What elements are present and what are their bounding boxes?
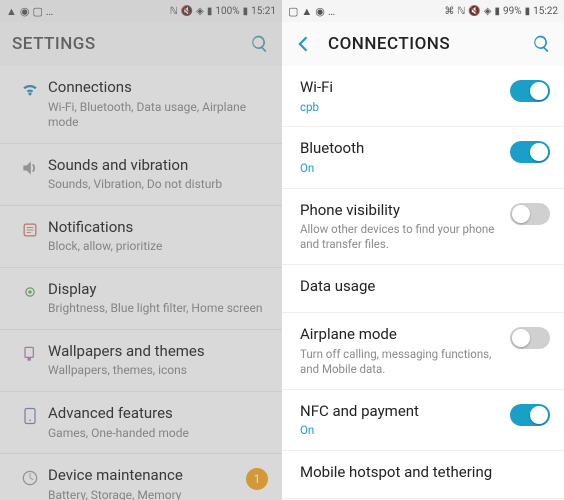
battery-pct: 99% [503, 6, 522, 17]
item-title: NFC and payment [300, 402, 502, 422]
mute-icon: 🔇 [468, 6, 480, 17]
sync-icon: ◉ [20, 5, 30, 18]
item-subtitle: Games, One-handed mode [48, 426, 268, 442]
search-button[interactable] [532, 34, 552, 54]
item-title: Display [48, 280, 268, 300]
item-subtitle: cpb [300, 100, 502, 115]
item-title: Bluetooth [300, 139, 502, 159]
battery-pct: 100% [215, 6, 239, 17]
item-subtitle: On [300, 423, 502, 438]
item-title: Connections [48, 78, 268, 98]
item-subtitle: Brightness, Blue light filter, Home scre… [48, 301, 268, 317]
adv-icon [20, 406, 40, 426]
wifi-icon: ◈ [196, 6, 204, 17]
battery-icon: ▮ [243, 6, 249, 17]
battery-icon: ▮ [525, 6, 531, 17]
search-icon [532, 34, 552, 54]
settings-item-wallpapers-and-themes[interactable]: Wallpapers and themesWallpapers, themes,… [0, 330, 282, 392]
item-subtitle: Battery, Storage, Memory [48, 488, 238, 500]
more-icon: … [46, 5, 53, 18]
page-title: SETTINGS [12, 34, 96, 54]
signal-icon: ▮ [207, 6, 213, 17]
item-subtitle: Wallpapers, themes, icons [48, 363, 268, 379]
settings-list: ConnectionsWi-Fi, Bluetooth, Data usage,… [0, 66, 282, 500]
toggle-switch[interactable] [510, 80, 550, 102]
status-right-icons: ℕ 🔇 ◈ ▮ 100% ▮ 15:21 [170, 6, 276, 17]
maint-icon [20, 468, 40, 488]
item-title: Sounds and vibration [48, 156, 268, 176]
search-icon [250, 34, 270, 54]
connections-screen: ▢ ▲ ◉ … ⌘ ℕ 🔇 ◈ ▮ 99% ▮ 15:22 CONNECTION… [282, 0, 564, 500]
settings-item-connections[interactable]: ConnectionsWi-Fi, Bluetooth, Data usage,… [0, 66, 282, 144]
item-subtitle: Sounds, Vibration, Do not disturb [48, 177, 268, 193]
warning-icon: ▲ [6, 5, 17, 18]
connections-item-wi-fi[interactable]: Wi-Fi cpb [282, 66, 564, 127]
nfc-icon: ℕ [170, 6, 178, 17]
page-title: CONNECTIONS [328, 34, 450, 54]
clock: 15:21 [251, 6, 276, 17]
status-left-icons: ▢ ▲ ◉ … [288, 5, 335, 18]
toggle-switch[interactable] [510, 404, 550, 426]
toggle-switch[interactable] [510, 327, 550, 349]
item-title: Airplane mode [300, 325, 502, 345]
connections-list: Wi-Fi cpb Bluetooth On Phone visibilityAllow… [282, 66, 564, 500]
connections-item-bluetooth[interactable]: Bluetooth On [282, 127, 564, 188]
connections-item-data-usage[interactable]: Data usage [282, 265, 564, 313]
item-title: Wallpapers and themes [48, 342, 268, 362]
connections-item-mobile-hotspot-and-tethering[interactable]: Mobile hotspot and tethering [282, 451, 564, 499]
item-title: Mobile hotspot and tethering [300, 463, 550, 483]
item-subtitle: Allow other devices to find your phone a… [300, 222, 502, 252]
sound-icon [20, 158, 40, 178]
connections-header: CONNECTIONS [282, 22, 564, 66]
item-subtitle: Block, allow, prioritize [48, 239, 268, 255]
clock: 15:22 [533, 6, 558, 17]
item-subtitle: On [300, 161, 502, 176]
mute-icon: 🔇 [181, 6, 193, 17]
item-title: Wi-Fi [300, 78, 502, 98]
search-button[interactable] [250, 34, 270, 54]
back-button[interactable] [294, 34, 314, 54]
wifi-icon [20, 80, 40, 100]
bluetooth-icon: ⌘ [444, 6, 454, 17]
settings-header: SETTINGS [0, 22, 282, 66]
settings-item-sounds-and-vibration[interactable]: Sounds and vibrationSounds, Vibration, D… [0, 144, 282, 206]
more-icon: … [328, 5, 335, 18]
settings-item-advanced-features[interactable]: Advanced features Games, One-handed mode [0, 392, 282, 454]
image-icon: ▢ [33, 5, 43, 18]
signal-icon: ▮ [494, 6, 500, 17]
wifi-icon: ◈ [484, 6, 492, 17]
status-left-icons: ▲ ◉ ▢ … [6, 5, 53, 18]
notif-icon [20, 220, 40, 240]
item-title: Phone visibility [300, 201, 502, 221]
wall-icon [20, 344, 40, 364]
sync-icon: ◉ [315, 5, 325, 18]
item-title: Device maintenance [48, 466, 238, 486]
status-bar: ▲ ◉ ▢ … ℕ 🔇 ◈ ▮ 100% ▮ 15:21 [0, 0, 282, 22]
warning-icon: ▲ [301, 5, 312, 18]
toggle-switch[interactable] [510, 203, 550, 225]
settings-item-notifications[interactable]: NotificationsBlock, allow, prioritize [0, 206, 282, 268]
connections-item-airplane-mode[interactable]: Airplane modeTurn off calling, messaging… [282, 313, 564, 389]
toggle-switch[interactable] [510, 141, 550, 163]
display-icon [20, 282, 40, 302]
nfc-icon: ℕ [457, 6, 465, 17]
settings-screen: ▲ ◉ ▢ … ℕ 🔇 ◈ ▮ 100% ▮ 15:21 SETTINGS Co… [0, 0, 282, 500]
status-right-icons: ⌘ ℕ 🔇 ◈ ▮ 99% ▮ 15:22 [444, 6, 558, 17]
item-subtitle: Wi-Fi, Bluetooth, Data usage, Airplane m… [48, 100, 268, 131]
image-icon: ▢ [288, 5, 298, 18]
item-title: Data usage [300, 277, 550, 297]
item-subtitle: Turn off calling, messaging functions, a… [300, 347, 502, 377]
item-title: Notifications [48, 218, 268, 238]
connections-item-phone-visibility[interactable]: Phone visibilityAllow other devices to f… [282, 189, 564, 265]
settings-item-device-maintenance[interactable]: Device maintenance Battery, Storage, Memo… [0, 454, 282, 500]
notification-badge: 1 [246, 468, 268, 490]
settings-item-display[interactable]: DisplayBrightness, Blue light filter, Ho… [0, 268, 282, 330]
connections-item-nfc-and-payment[interactable]: NFC and paymentOn [282, 390, 564, 451]
status-bar: ▢ ▲ ◉ … ⌘ ℕ 🔇 ◈ ▮ 99% ▮ 15:22 [282, 0, 564, 22]
chevron-left-icon [294, 34, 314, 54]
item-title: Advanced features [48, 404, 268, 424]
